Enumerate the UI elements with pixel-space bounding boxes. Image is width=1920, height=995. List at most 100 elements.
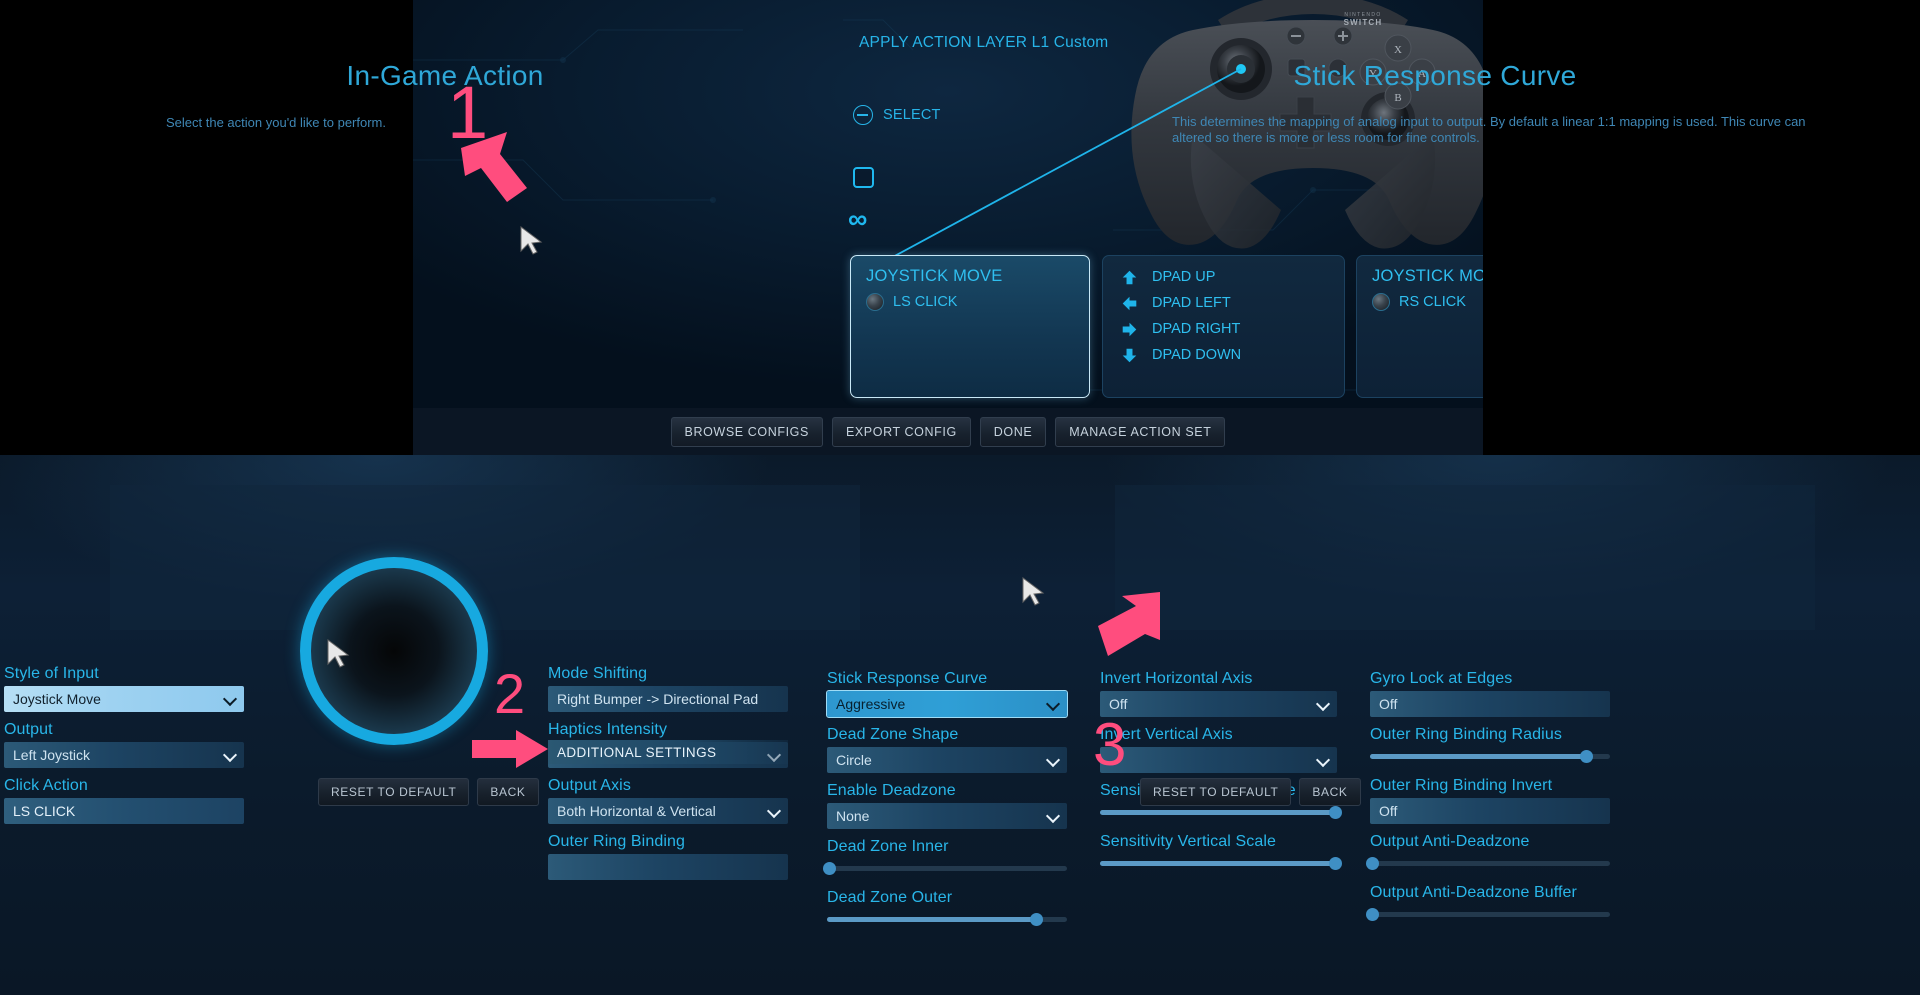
- infinity-icon[interactable]: ∞: [848, 206, 867, 233]
- binding-box-dpad[interactable]: DPAD UP DPAD LEFT DPAD RIGHT DPAD DOWN: [1102, 255, 1345, 398]
- dead-zone-inner-slider[interactable]: [823, 859, 1067, 877]
- slider-track: [1370, 912, 1610, 917]
- browse-configs-button[interactable]: BROWSE CONFIGS: [670, 417, 823, 447]
- mode-shifting-value: Right Bumper -> Directional Pad: [557, 691, 759, 707]
- settings-column-3: Stick Response Curve Aggressive Dead Zon…: [823, 670, 1068, 940]
- annotation-arrow-3: [1098, 592, 1160, 656]
- click-action-value-field[interactable]: LS CLICK: [4, 798, 244, 824]
- enable-deadzone-label: Enable Deadzone: [827, 782, 956, 799]
- slider-knob[interactable]: [1029, 913, 1043, 926]
- outer-ring-binding-invert-select[interactable]: Off: [1370, 798, 1610, 824]
- arrow-down-icon: [1122, 348, 1137, 362]
- in-game-action-subtitle: Select the action you'd like to perform.: [166, 115, 386, 130]
- click-action-label: Click Action: [4, 777, 88, 794]
- chevron-down-icon: [1048, 810, 1059, 821]
- sensitivity-vertical-slider[interactable]: [1100, 854, 1342, 872]
- output-anti-deadzone-buffer-slider[interactable]: [1366, 905, 1610, 923]
- binding-click-label: LS CLICK: [893, 294, 958, 310]
- dpad-item-down: DPAD DOWN: [1103, 342, 1344, 368]
- reset-to-default-button-left[interactable]: RESET TO DEFAULT: [318, 778, 470, 806]
- dpad-left-label: DPAD LEFT: [1152, 295, 1231, 311]
- output-axis-value: Both Horizontal & Vertical: [557, 803, 716, 819]
- slider-track: [827, 866, 1067, 871]
- outer-ring-binding-radius-slider[interactable]: [1370, 747, 1610, 765]
- slider-knob[interactable]: [1328, 857, 1342, 870]
- slider-knob[interactable]: [1366, 908, 1380, 921]
- output-value: Left Joystick: [13, 747, 91, 763]
- chevron-down-icon: [225, 749, 236, 760]
- dead-zone-outer-slider[interactable]: [827, 910, 1067, 928]
- output-axis-select[interactable]: Both Horizontal & Vertical: [548, 798, 788, 824]
- binding-title: JOYSTICK MOVE: [866, 267, 1003, 285]
- click-action-value: LS CLICK: [13, 803, 76, 819]
- slider-knob[interactable]: [823, 862, 837, 875]
- dpad-item-left: DPAD LEFT: [1103, 290, 1344, 316]
- dead-zone-shape-value: Circle: [836, 752, 872, 768]
- binding-box-right-joystick[interactable]: JOYSTICK MOVE RS CLICK: [1356, 255, 1483, 398]
- gyro-lock-at-edges-select[interactable]: Off: [1370, 691, 1610, 717]
- annotation-arrow-2: [472, 730, 548, 768]
- arrow-up-icon: [1122, 270, 1137, 284]
- slider-track: [1370, 861, 1610, 866]
- back-button-left[interactable]: BACK: [477, 778, 539, 806]
- invert-vertical-axis-label: Invert Vertical Axis: [1100, 726, 1233, 743]
- slider-knob[interactable]: [1366, 857, 1380, 870]
- stick-response-curve-select[interactable]: Aggressive: [826, 690, 1068, 718]
- mode-shifting-value-field[interactable]: Right Bumper -> Directional Pad: [548, 686, 788, 712]
- output-axis-label: Output Axis: [548, 777, 631, 794]
- slider-fill: [1370, 754, 1586, 759]
- dpad-item-up: DPAD UP: [1103, 264, 1344, 290]
- in-game-action-title: In-Game Action: [346, 60, 544, 91]
- chevron-down-icon: [1048, 754, 1059, 765]
- enable-deadzone-select[interactable]: None: [827, 803, 1067, 829]
- gyro-lock-at-edges-value: Off: [1379, 696, 1398, 712]
- dpad-down-label: DPAD DOWN: [1152, 347, 1242, 363]
- square-icon[interactable]: [853, 167, 874, 188]
- stick-click-icon: [866, 293, 884, 311]
- manage-action-set-button[interactable]: MANAGE ACTION SET: [1055, 417, 1226, 447]
- stick-response-curve-subtitle: This determines the mapping of analog in…: [1172, 114, 1806, 145]
- output-select[interactable]: Left Joystick: [4, 742, 244, 768]
- style-of-input-value: Joystick Move: [13, 691, 101, 707]
- dpad-item-right: DPAD RIGHT: [1103, 316, 1344, 342]
- slider-knob[interactable]: [1580, 750, 1593, 763]
- screen-root: X Y A B NINTENDO SWITCH APPLY ACTION LAY…: [0, 0, 1920, 995]
- in-game-action-panel: [110, 485, 860, 630]
- apply-action-layer-label: APPLY ACTION LAYER L1 Custom: [859, 34, 1109, 51]
- chevron-down-icon: [1048, 698, 1059, 709]
- invert-vertical-axis-select[interactable]: [1100, 747, 1337, 773]
- export-config-button[interactable]: EXPORT CONFIG: [831, 417, 971, 447]
- additional-settings-button[interactable]: ADDITIONAL SETTINGS: [548, 740, 788, 764]
- output-anti-deadzone-slider[interactable]: [1366, 854, 1610, 872]
- dead-zone-inner-label: Dead Zone Inner: [827, 838, 949, 855]
- reset-to-default-button-right[interactable]: RESET TO DEFAULT: [1140, 778, 1292, 806]
- gyro-lock-at-edges-label: Gyro Lock at Edges: [1370, 670, 1513, 687]
- outer-ring-binding-field[interactable]: [548, 854, 788, 880]
- output-anti-deadzone-label: Output Anti-Deadzone: [1370, 833, 1530, 850]
- stick-response-curve-value: Aggressive: [836, 696, 906, 712]
- done-button[interactable]: DONE: [979, 417, 1047, 447]
- stick-response-curve-title: Stick Response Curve: [1293, 60, 1577, 91]
- dpad-binding-list: DPAD UP DPAD LEFT DPAD RIGHT DPAD DOWN: [1103, 256, 1344, 368]
- haptics-intensity-label: Haptics Intensity: [548, 721, 668, 738]
- back-button-right[interactable]: BACK: [1299, 778, 1361, 806]
- invert-horizontal-axis-select[interactable]: Off: [1100, 691, 1337, 717]
- dpad-right-label: DPAD RIGHT: [1152, 321, 1241, 337]
- dead-zone-shape-label: Dead Zone Shape: [827, 726, 959, 743]
- arrow-left-icon: [1122, 296, 1137, 310]
- binding-box-left-joystick[interactable]: JOYSTICK MOVE LS CLICK: [850, 255, 1090, 398]
- binding-click-label-right: RS CLICK: [1399, 294, 1466, 310]
- joystick-preview[interactable]: [300, 557, 488, 745]
- slider-knob[interactable]: [1328, 806, 1342, 819]
- dead-zone-outer-label: Dead Zone Outer: [827, 889, 953, 906]
- outer-ring-binding-radius-label: Outer Ring Binding Radius: [1370, 726, 1562, 743]
- dead-zone-shape-select[interactable]: Circle: [827, 747, 1067, 773]
- left-footer-buttons: RESET TO DEFAULT BACK: [318, 778, 539, 806]
- binding-click-row-right: RS CLICK: [1357, 286, 1483, 311]
- style-of-input-label: Style of Input: [4, 665, 99, 682]
- settings-column-5: Gyro Lock at Edges Off Outer Ring Bindin…: [1366, 670, 1610, 935]
- outer-ring-binding-invert-value: Off: [1379, 803, 1398, 819]
- minus-circle-icon[interactable]: [853, 105, 873, 125]
- select-label: SELECT: [883, 107, 941, 123]
- style-of-input-select[interactable]: Joystick Move: [4, 686, 244, 712]
